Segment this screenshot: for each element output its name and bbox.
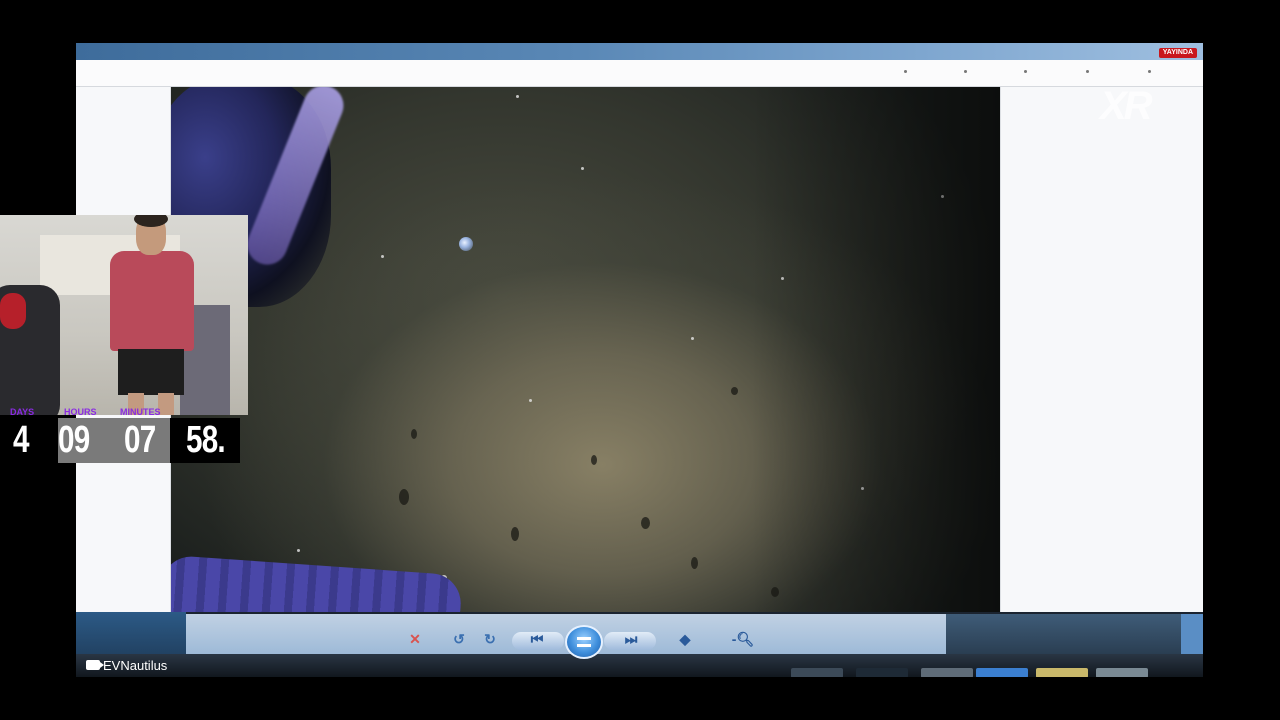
- menu-bullet-icon: [904, 70, 907, 73]
- fit-diamond-icon[interactable]: ◆: [674, 628, 696, 650]
- stop-icon[interactable]: ✕: [404, 628, 426, 650]
- gaming-chair-accent: [0, 293, 26, 329]
- xr-logo-text: XR: [1100, 84, 1153, 128]
- countdown-timer: DAYS HOURS MINUTES 4 09 07 58.: [0, 405, 240, 463]
- taskbar-tile[interactable]: [1036, 668, 1088, 677]
- rov-video-feed: [171, 87, 1000, 612]
- menu-bullet-icon: [1024, 70, 1027, 73]
- taskbar-edge-section: [1181, 614, 1203, 654]
- live-badge: YAYINDA: [1158, 48, 1197, 58]
- countdown-cell-bg: [0, 418, 58, 463]
- skip-previous-icon[interactable]: ⏮: [526, 628, 548, 650]
- right-side-panel: [1000, 87, 1203, 612]
- taskbar-tile[interactable]: [856, 668, 908, 677]
- streamer-shorts: [118, 349, 184, 395]
- video-camera-icon: [86, 660, 104, 670]
- menu-bullet-icon: [1086, 70, 1089, 73]
- countdown-hours-label: HOURS: [64, 407, 97, 417]
- evnautilus-branding: EVNautilus: [86, 657, 167, 673]
- menubar: [76, 60, 1203, 87]
- video-vignette: [171, 87, 1000, 612]
- menu-bullet-icon: [1148, 70, 1151, 73]
- countdown-days-value: 4: [13, 419, 29, 461]
- brand-name: EVNautilus: [103, 657, 168, 673]
- streamer-webcam: [0, 215, 248, 415]
- taskbar-right-section: [946, 614, 1186, 654]
- rotate-right-icon[interactable]: ↻: [479, 628, 501, 650]
- taskbar-tile[interactable]: [791, 668, 843, 677]
- taskbar-tile[interactable]: [976, 668, 1028, 677]
- taskbar-tile[interactable]: [921, 668, 973, 677]
- rotate-left-icon[interactable]: ↺: [448, 628, 470, 650]
- countdown-minutes-value: 07: [124, 419, 156, 461]
- countdown-seconds-value: 58.: [186, 419, 226, 461]
- stream-frame: YAYINDA XR DAYS HOURS MINUTES 4 09 07 58…: [0, 0, 1280, 720]
- zoom-out-icon[interactable]: -🔍︎: [726, 628, 760, 650]
- play-pause-icon: [577, 637, 591, 647]
- menu-bullet-icon: [964, 70, 967, 73]
- play-pause-button[interactable]: [565, 625, 603, 659]
- streamer-shirt: [110, 251, 194, 351]
- countdown-hours-value: 09: [58, 419, 90, 461]
- window-titlebar: YAYINDA: [76, 43, 1203, 60]
- countdown-minutes-label: MINUTES: [120, 407, 161, 417]
- taskbar-tile[interactable]: [1096, 668, 1148, 677]
- skip-next-icon[interactable]: ⏭: [620, 628, 642, 650]
- countdown-days-label: DAYS: [10, 407, 35, 417]
- taskbar-bottom-strip: [76, 654, 1203, 677]
- xr-logo: XR: [1100, 84, 1162, 128]
